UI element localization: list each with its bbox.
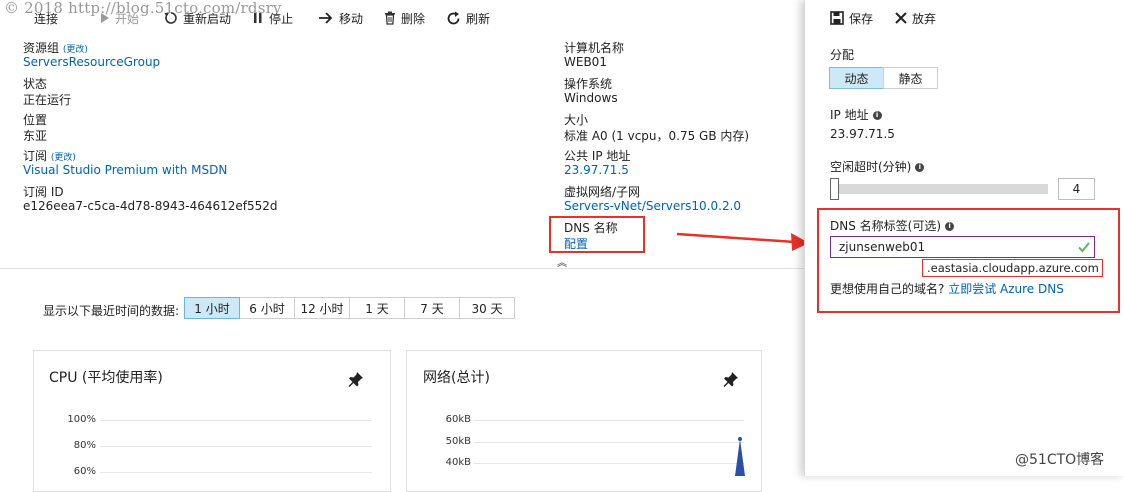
subscription-value[interactable]: Visual Studio Premium with MSDN bbox=[23, 163, 227, 177]
subscription-label: 订阅 (更改) bbox=[23, 149, 76, 163]
os-label: 操作系统 bbox=[564, 77, 613, 91]
subscription-id-label: 订阅 ID bbox=[23, 185, 64, 199]
idle-timeout-label: 空闲超时(分钟) i bbox=[830, 158, 925, 175]
os-value: Windows bbox=[564, 91, 618, 105]
computer-name-value: WEB01 bbox=[564, 55, 607, 69]
cpu-card-title: CPU (平均使用率) bbox=[49, 370, 163, 386]
public-ip-label: 公共 IP 地址 bbox=[564, 149, 631, 163]
cpu-pin-icon[interactable] bbox=[347, 370, 365, 388]
time-range-1d[interactable]: 1 天 bbox=[349, 297, 405, 319]
essentials-divider bbox=[0, 268, 804, 269]
size-label: 大小 bbox=[564, 113, 589, 127]
resource-group-change-link[interactable]: (更改) bbox=[63, 45, 88, 55]
play-icon bbox=[101, 13, 109, 23]
move-button[interactable]: 移动 bbox=[318, 8, 363, 28]
collapse-chevron-icon[interactable]: ︽ bbox=[557, 254, 567, 269]
network-tick-60kb: 60kB bbox=[445, 414, 471, 425]
close-icon bbox=[895, 12, 907, 24]
size-value: 标准 A0 (1 vcpu，0.75 GB 内存) bbox=[564, 129, 750, 143]
network-gridline bbox=[474, 463, 744, 464]
vnet-label: 虚拟网络/子网 bbox=[564, 185, 641, 199]
network-card-title: 网络(总计) bbox=[423, 370, 490, 386]
cpu-tick-100: 100% bbox=[67, 414, 96, 425]
move-label: 移动 bbox=[339, 11, 364, 26]
network-gridline bbox=[474, 442, 744, 443]
ip-address-label: IP 地址 i bbox=[830, 106, 882, 123]
discard-label: 放弃 bbox=[912, 11, 937, 26]
info-icon: i bbox=[915, 163, 925, 172]
stop-label: 停止 bbox=[269, 11, 294, 26]
info-icon: i bbox=[872, 111, 882, 120]
save-button[interactable]: 保存 bbox=[830, 8, 873, 28]
restart-icon bbox=[164, 12, 177, 24]
stop-icon bbox=[254, 13, 262, 23]
network-gridline bbox=[474, 420, 744, 421]
time-range-30d[interactable]: 30 天 bbox=[459, 297, 515, 319]
delete-label: 删除 bbox=[401, 11, 426, 26]
refresh-button[interactable]: 刷新 bbox=[446, 8, 490, 28]
location-label: 位置 bbox=[23, 113, 48, 127]
status-value: 正在运行 bbox=[23, 93, 72, 107]
refresh-label: 刷新 bbox=[466, 11, 491, 26]
computer-name-label: 计算机名称 bbox=[564, 41, 625, 55]
connect-label: 连接 bbox=[34, 11, 59, 26]
cpu-gridline bbox=[100, 446, 372, 447]
resource-group-label: 资源组 (更改) bbox=[23, 41, 88, 55]
save-label: 保存 bbox=[849, 11, 874, 26]
save-icon bbox=[830, 11, 844, 25]
cpu-tick-80: 80% bbox=[73, 440, 96, 451]
network-tick-40kb: 40kB bbox=[445, 457, 471, 468]
cpu-gridline bbox=[100, 420, 372, 421]
time-range-12h[interactable]: 12 小时 bbox=[294, 297, 350, 319]
allocation-toggle: 动态 静态 bbox=[829, 67, 938, 89]
cpu-gridline bbox=[100, 472, 372, 473]
time-range-7d[interactable]: 7 天 bbox=[404, 297, 460, 319]
cpu-tick-60: 60% bbox=[73, 466, 96, 477]
vnet-value[interactable]: Servers-vNet/Servers10.0.2.0 bbox=[564, 199, 741, 213]
time-range-1h[interactable]: 1 小时 bbox=[184, 297, 240, 319]
trash-icon bbox=[385, 11, 395, 25]
idle-timeout-slider[interactable] bbox=[830, 184, 1048, 194]
network-tick-50kb: 50kB bbox=[445, 436, 471, 447]
annotation-arrow bbox=[676, 232, 809, 251]
subscription-id-value: e126eea7-c5ca-4d78-8943-464612ef552d bbox=[23, 199, 278, 213]
arrow-right-icon bbox=[319, 12, 333, 24]
status-label: 状态 bbox=[23, 77, 48, 91]
dns-label-highlight bbox=[817, 208, 1120, 313]
discard-button[interactable]: 放弃 bbox=[895, 8, 936, 28]
allocation-label: 分配 bbox=[830, 48, 855, 62]
resource-group-value[interactable]: ServersResourceGroup bbox=[23, 55, 160, 69]
start-button[interactable]: 开始 bbox=[100, 8, 139, 28]
location-value: 东亚 bbox=[23, 129, 48, 143]
restart-label: 重新启动 bbox=[183, 11, 232, 26]
start-label: 开始 bbox=[115, 11, 140, 26]
network-spike-line bbox=[735, 437, 745, 476]
subscription-change-link[interactable]: (更改) bbox=[51, 153, 76, 163]
public-ip-value[interactable]: 23.97.71.5 bbox=[564, 163, 629, 177]
ip-address-value: 23.97.71.5 bbox=[830, 127, 895, 141]
allocation-dynamic[interactable]: 动态 bbox=[829, 67, 884, 89]
idle-timeout-value[interactable]: 4 bbox=[1058, 178, 1095, 200]
network-pin-icon[interactable] bbox=[722, 370, 740, 388]
time-range-6h[interactable]: 6 小时 bbox=[239, 297, 295, 319]
refresh-icon bbox=[447, 11, 460, 24]
watermark-bottom: @51CTO博客 bbox=[1015, 452, 1105, 468]
time-range-label: 显示以下最近时间的数据: bbox=[43, 304, 180, 318]
idle-timeout-slider-thumb[interactable] bbox=[830, 178, 839, 200]
time-range-selector: 1 小时 6 小时 12 小时 1 天 7 天 30 天 bbox=[184, 297, 515, 319]
restart-button[interactable]: 重新启动 bbox=[164, 8, 231, 28]
stop-button[interactable]: 停止 bbox=[252, 8, 293, 28]
delete-button[interactable]: 删除 bbox=[384, 8, 425, 28]
dns-name-highlight bbox=[549, 216, 645, 253]
allocation-static[interactable]: 静态 bbox=[883, 67, 938, 89]
connect-button[interactable]: 连接 bbox=[34, 8, 58, 28]
